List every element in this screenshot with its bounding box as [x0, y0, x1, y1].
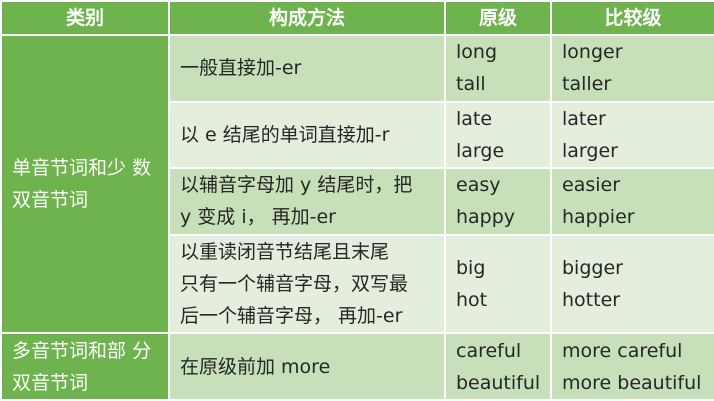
- method-line: 以辅音字母加 y 结尾时，把: [180, 174, 413, 197]
- positive-cell: big hot: [444, 233, 552, 335]
- positive-word: big: [456, 257, 486, 280]
- category-cell-monosyllabic: 单音节词和少 数双音节词: [0, 33, 170, 335]
- method-cell: 以重读闭音节结尾且末尾 只有一个辅音字母，双写最 后一个辅音字母， 再加-er: [168, 233, 446, 335]
- category-line: 单音节词和少: [12, 157, 127, 180]
- method-cell: 一般直接加-er: [168, 34, 446, 103]
- method-cell: 以 e 结尾的单词直接加-r: [168, 100, 446, 170]
- positive-word: long: [456, 41, 498, 64]
- method-line: 以重读闭音节结尾且末尾: [180, 241, 390, 264]
- comparative-word: hotter: [562, 289, 621, 312]
- comparative-word: more careful: [562, 339, 683, 362]
- comparative-cell: later larger: [550, 100, 714, 170]
- comparative-word: more beautiful: [562, 371, 702, 394]
- positive-word: easy: [456, 174, 501, 197]
- positive-cell: easy happy: [444, 167, 552, 236]
- comparative-word: longer: [562, 41, 623, 64]
- positive-word: careful: [456, 339, 522, 362]
- method-line: y 变成 i， 再加-er: [180, 206, 336, 229]
- positive-word: happy: [456, 206, 516, 229]
- method-line: 在原级前加 more: [180, 355, 331, 378]
- method-line: 以 e 结尾的单词直接加-r: [180, 123, 390, 146]
- comparative-cell: more careful more beautiful: [550, 332, 714, 401]
- table-row: 多音节词和部 分双音节词 在原级前加 more careful beautifu…: [0, 332, 714, 401]
- table-header-row: 类别 构成方法 原级 比较级: [0, 0, 714, 36]
- positive-cell: long tall: [444, 34, 552, 103]
- comparative-word: bigger: [562, 257, 623, 280]
- positive-word: large: [456, 139, 505, 162]
- positive-word: tall: [456, 73, 486, 96]
- positive-cell: careful beautiful: [444, 332, 552, 401]
- comparative-word: larger: [562, 139, 618, 162]
- category-cell-polysyllabic: 多音节词和部 分双音节词: [0, 332, 170, 401]
- header-comparative: 比较级: [550, 0, 714, 36]
- comparative-word: taller: [562, 73, 612, 96]
- comparative-cell: easier happier: [550, 167, 714, 236]
- comparative-word: happier: [562, 206, 635, 229]
- comparative-word: later: [562, 107, 606, 130]
- method-line: 后一个辅音字母， 再加-er: [180, 305, 403, 328]
- category-line: 多音节词和部: [12, 339, 127, 362]
- positive-word: hot: [456, 289, 488, 312]
- comparative-forms-table: 类别 构成方法 原级 比较级 单音节词和少 数双音节词 一般直接加-er lon…: [0, 0, 714, 401]
- method-line: 只有一个辅音字母，双写最: [180, 273, 409, 296]
- positive-word: beautiful: [456, 371, 541, 394]
- header-method: 构成方法: [168, 0, 446, 36]
- comparative-word: easier: [562, 174, 621, 197]
- table-row: 单音节词和少 数双音节词 一般直接加-er long tall longer t…: [0, 33, 714, 335]
- method-cell: 以辅音字母加 y 结尾时，把 y 变成 i， 再加-er: [168, 167, 446, 236]
- positive-cell: late large: [444, 100, 552, 170]
- method-line: 一般直接加-er: [180, 57, 302, 80]
- comparative-cell: bigger hotter: [550, 233, 714, 335]
- method-cell: 在原级前加 more: [168, 332, 446, 401]
- header-positive: 原级: [444, 0, 552, 36]
- comparative-cell: longer taller: [550, 34, 714, 103]
- positive-word: late: [456, 107, 493, 130]
- header-category: 类别: [0, 0, 170, 36]
